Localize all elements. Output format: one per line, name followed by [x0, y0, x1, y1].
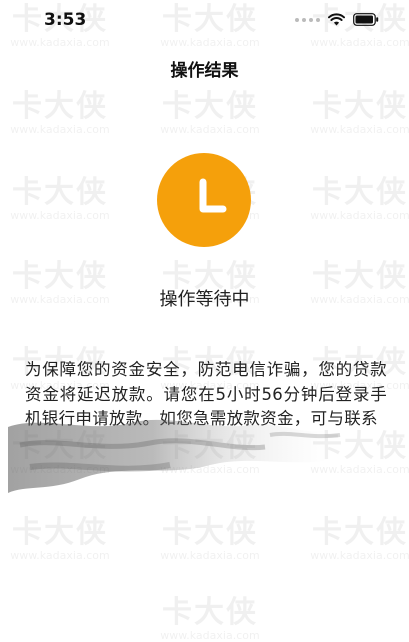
- status-bar: 3:53: [0, 0, 409, 40]
- clock-pending-icon: [157, 153, 251, 247]
- watermark: 卡大侠www.kadaxia.com: [160, 515, 260, 562]
- watermark: 卡大侠www.kadaxia.com: [10, 89, 110, 136]
- watermark: 卡大侠www.kadaxia.com: [10, 515, 110, 562]
- watermark: 卡大侠www.kadaxia.com: [160, 429, 260, 476]
- watermark: 卡大侠www.kadaxia.com: [10, 429, 110, 476]
- battery-icon: [353, 13, 379, 26]
- result-message: 为保障您的资金安全，防范电信诈骗，您的贷款资金将延迟放款。请您在5小时56分钟后…: [25, 360, 387, 428]
- watermark: 卡大侠www.kadaxia.com: [10, 175, 110, 222]
- watermark: 卡大侠www.kadaxia.com: [310, 89, 409, 136]
- watermark: 卡大侠www.kadaxia.com: [310, 515, 409, 562]
- wifi-icon: [328, 13, 345, 26]
- status-time: 3:53: [44, 10, 87, 30]
- watermark: 卡大侠www.kadaxia.com: [160, 595, 260, 642]
- signal-dots-icon: [295, 17, 320, 22]
- watermark: 卡大侠www.kadaxia.com: [310, 429, 409, 476]
- watermark: 卡大侠www.kadaxia.com: [160, 89, 260, 136]
- page-title: 操作结果: [170, 61, 239, 81]
- watermark: 卡大侠www.kadaxia.com: [310, 175, 409, 222]
- status-text: 操作等待中: [159, 289, 250, 310]
- status-icons: [295, 13, 379, 26]
